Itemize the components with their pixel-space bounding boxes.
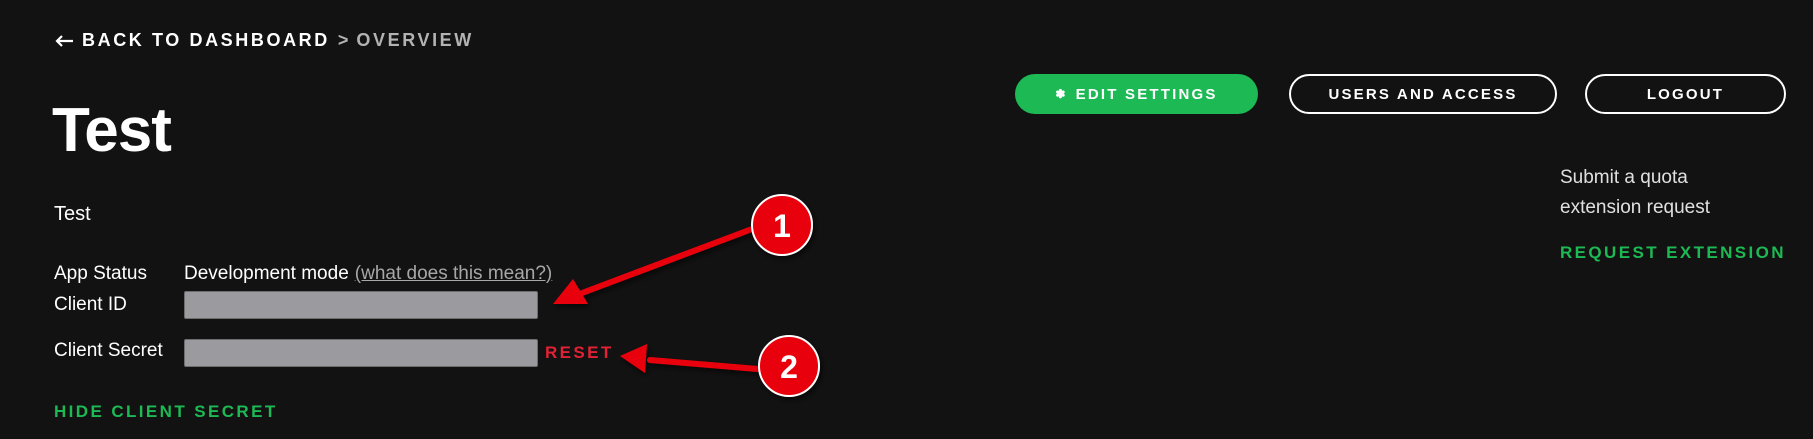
client-secret-label: Client Secret (54, 340, 163, 361)
app-status-label: App Status (54, 263, 147, 284)
annotation-arrow-1 (553, 226, 755, 304)
client-id-field[interactable] (184, 291, 538, 319)
arrow-left-icon (55, 34, 73, 47)
annotation-badge-1: 1 (751, 194, 813, 256)
back-to-dashboard-link[interactable]: BACK TO DASHBOARD (54, 30, 330, 51)
app-overview-page: BACK TO DASHBOARD > OVERVIEW Test Test A… (0, 0, 1813, 439)
users-and-access-button[interactable]: USERS AND ACCESS (1289, 74, 1557, 114)
annotation-badge-2: 2 (758, 335, 820, 397)
logout-button[interactable]: LOGOUT (1585, 74, 1786, 114)
annotation-badge-1-number: 1 (773, 208, 791, 244)
breadcrumb-current: OVERVIEW (356, 30, 474, 50)
edit-settings-button[interactable]: ✽ EDIT SETTINGS (1015, 74, 1258, 114)
gear-icon: ✽ (1055, 87, 1068, 101)
breadcrumb-separator: > (337, 30, 349, 50)
page-title: Test (52, 96, 172, 165)
app-description: Test (54, 203, 91, 225)
client-secret-field[interactable] (184, 339, 538, 367)
back-to-dashboard-label: BACK TO DASHBOARD (82, 30, 330, 50)
what-does-this-mean-link[interactable]: (what does this mean?) (355, 263, 553, 284)
app-status-text: Development mode (184, 263, 349, 284)
request-extension-button[interactable]: REQUEST EXTENSION (1560, 243, 1786, 263)
client-id-label: Client ID (54, 294, 127, 315)
quota-extension-text: Submit a quota extension request (1560, 167, 1710, 218)
annotation-arrow-2 (620, 344, 761, 373)
annotation-overlay: 1 2 (553, 194, 820, 397)
reset-secret-button[interactable]: RESET (545, 343, 614, 363)
app-status-value: Development mode (what does this mean?) (184, 263, 552, 285)
edit-settings-label: EDIT SETTINGS (1075, 85, 1218, 103)
breadcrumb: BACK TO DASHBOARD > OVERVIEW (54, 30, 474, 51)
hide-client-secret-button[interactable]: HIDE CLIENT SECRET (54, 402, 278, 422)
annotation-badge-2-number: 2 (780, 349, 798, 385)
